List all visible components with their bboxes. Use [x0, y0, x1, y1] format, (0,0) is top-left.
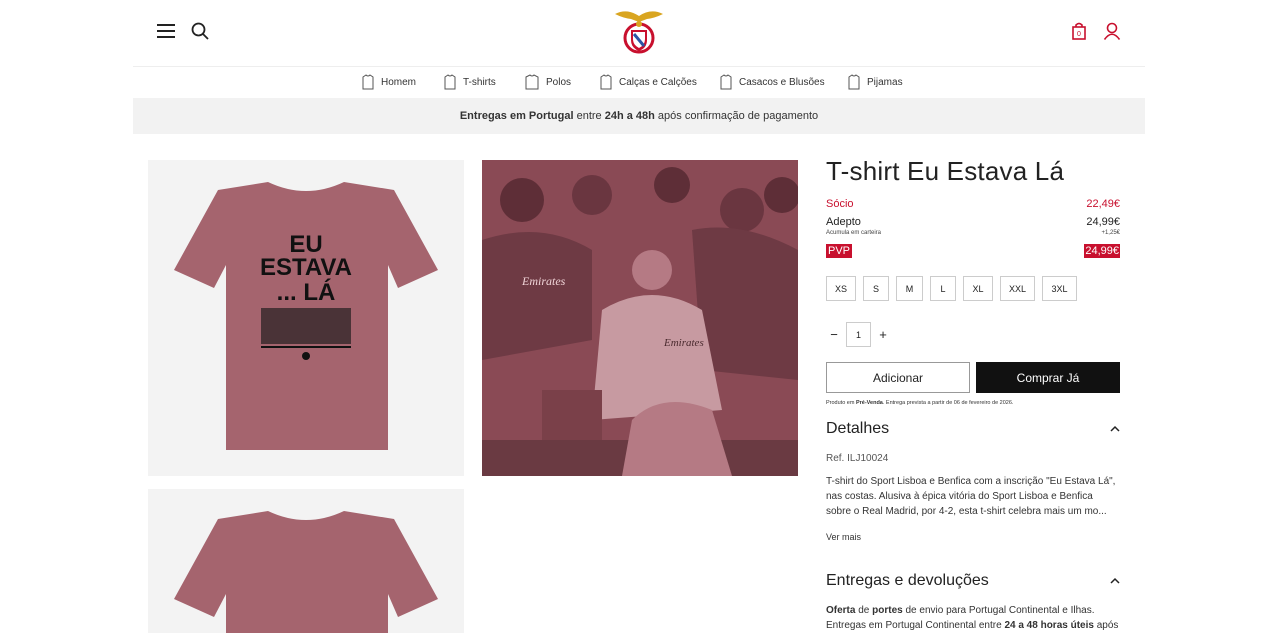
banner-bold-2: 24h a 48h — [604, 110, 655, 122]
shirt-icon — [444, 74, 456, 90]
category-label: T-shirts — [463, 76, 496, 88]
delivery-banner: Entregas em Portugal entre 24h a 48h apó… — [133, 98, 1145, 134]
svg-text:Emirates: Emirates — [521, 274, 566, 288]
price-pvp: PVP 24,99€ — [826, 244, 1120, 258]
add-to-cart-button[interactable]: Adicionar — [826, 362, 970, 393]
ship-bold-1: Oferta — [826, 605, 856, 616]
shipping-text: Oferta de portes de envio para Portugal … — [826, 603, 1120, 633]
category-label: Pijamas — [867, 76, 903, 88]
shipping-header[interactable]: Entregas e devoluções — [826, 572, 1120, 590]
price-socio-value: 22,49€ — [1086, 198, 1120, 210]
size-option[interactable]: XS — [826, 276, 856, 301]
pvp-value: 24,99€ — [1084, 244, 1120, 258]
category-pijamas[interactable]: Pijamas — [848, 74, 903, 90]
price-socio: Sócio 22,49€ — [826, 198, 1120, 210]
chevron-up-icon — [1110, 577, 1120, 584]
size-option[interactable]: S — [863, 276, 889, 301]
menu-icon[interactable] — [157, 22, 175, 40]
category-label: Polos — [546, 76, 572, 88]
banner-text: entre — [573, 110, 605, 122]
wallet-accumulation: Acumula em carteira +1,25€ — [826, 230, 1120, 236]
category-label: Calças e Calções — [619, 76, 697, 88]
svg-text:Emirates: Emirates — [663, 337, 704, 349]
buy-now-button[interactable]: Comprar Já — [976, 362, 1120, 393]
ship-bold-3: 24 a 48 horas úteis — [1004, 620, 1094, 631]
chevron-up-icon — [1110, 425, 1120, 432]
size-option[interactable]: XL — [963, 276, 993, 301]
category-nav: Homem T-shirts Polos Calças e Calções Ca… — [133, 66, 1145, 98]
ship-text-c: após — [1093, 620, 1119, 631]
svg-text:0: 0 — [1077, 31, 1081, 38]
user-icon[interactable] — [1103, 22, 1121, 40]
shirt-icon — [362, 74, 374, 90]
category-casacos[interactable]: Casacos e Blusões — [720, 74, 825, 90]
category-homem[interactable]: Homem — [362, 74, 416, 90]
ship-text-a: de — [855, 605, 873, 616]
product-image-front[interactable] — [148, 489, 464, 633]
size-option[interactable]: L — [930, 276, 956, 301]
product-reference: Ref. ILJ10024 — [826, 453, 889, 464]
search-icon[interactable] — [191, 22, 209, 40]
price-adepto-label: Adepto — [826, 216, 861, 228]
presale-bold: Pré-Venda — [855, 400, 883, 406]
price-adepto: Adepto 24,99€ — [826, 216, 1120, 228]
details-heading: Detalhes — [826, 420, 890, 437]
size-option[interactable]: 3XL — [1042, 276, 1077, 301]
acumula-value: +1,25€ — [1101, 230, 1120, 236]
banner-rest: após confirmação de pagamento — [654, 110, 819, 122]
quantity-input[interactable]: 1 — [846, 322, 871, 347]
presale-suffix: . Entrega prevista a partir de 06 de fev… — [882, 400, 1014, 406]
acumula-label: Acumula em carteira — [826, 230, 882, 236]
svg-text:... LÁ: ... LÁ — [277, 278, 336, 306]
shipping-heading: Entregas e devoluções — [826, 572, 989, 589]
quantity-stepper: − 1 + — [826, 322, 891, 347]
size-option[interactable]: M — [896, 276, 923, 301]
ship-bold-2: portes — [872, 605, 903, 616]
see-more-link[interactable]: Ver mais — [826, 532, 861, 542]
shirt-icon — [848, 74, 860, 90]
size-selector: XS S M L XL XXL 3XL — [826, 276, 1077, 301]
product-description: T-shirt do Sport Lisboa e Benfica com a … — [826, 476, 1116, 517]
product-image-photo[interactable]: Emirates Emirates — [482, 160, 798, 476]
price-socio-label: Sócio — [826, 198, 854, 210]
category-label: Casacos e Blusões — [739, 76, 825, 88]
shirt-icon — [600, 74, 612, 90]
category-tshirts[interactable]: T-shirts — [444, 74, 496, 90]
product-image-back[interactable]: EU ESTAVA ... LÁ — [148, 160, 464, 476]
site-header: 0 — [133, 0, 1145, 66]
price-adepto-value: 24,99€ — [1086, 216, 1120, 228]
category-polos[interactable]: Polos — [525, 74, 571, 90]
shopping-bag-icon[interactable]: 0 — [1071, 22, 1087, 40]
category-label: Homem — [381, 76, 417, 88]
svg-text:ESTAVA: ESTAVA — [260, 254, 352, 281]
category-calcas[interactable]: Calças e Calções — [600, 74, 697, 90]
product-title: T-shirt Eu Estava Lá — [826, 156, 1065, 186]
presale-note: Produto em Pré-Venda. Entrega prevista a… — [826, 400, 1013, 406]
details-header[interactable]: Detalhes — [826, 420, 1120, 438]
qty-plus-button[interactable]: + — [875, 327, 891, 342]
presale-prefix: Produto em — [826, 400, 856, 406]
shirt-icon — [720, 74, 732, 90]
shirt-icon — [525, 74, 539, 90]
pvp-label: PVP — [826, 244, 853, 258]
benfica-logo[interactable] — [613, 6, 665, 58]
qty-minus-button[interactable]: − — [826, 327, 842, 342]
size-option[interactable]: XXL — [1000, 276, 1035, 301]
banner-bold: Entregas em Portugal — [459, 110, 574, 122]
